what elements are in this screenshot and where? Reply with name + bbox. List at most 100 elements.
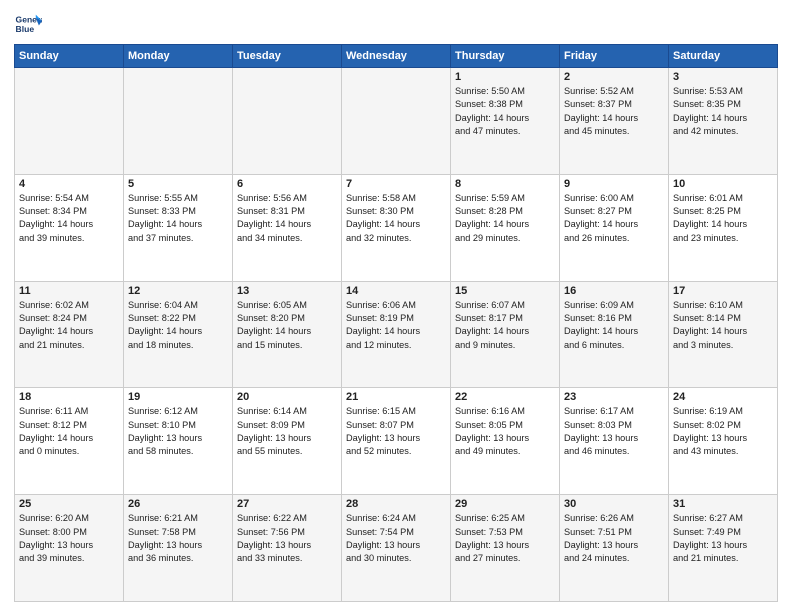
- day-number: 7: [346, 178, 446, 190]
- calendar-week-2: 4Sunrise: 5:54 AM Sunset: 8:34 PM Daylig…: [15, 174, 778, 281]
- header-row: SundayMondayTuesdayWednesdayThursdayFrid…: [15, 45, 778, 68]
- day-info: Sunrise: 6:15 AM Sunset: 8:07 PM Dayligh…: [346, 405, 446, 458]
- calendar-cell: 14Sunrise: 6:06 AM Sunset: 8:19 PM Dayli…: [342, 281, 451, 388]
- day-number: 13: [237, 285, 337, 297]
- day-info: Sunrise: 6:20 AM Sunset: 8:00 PM Dayligh…: [19, 512, 119, 565]
- calendar-header: SundayMondayTuesdayWednesdayThursdayFrid…: [15, 45, 778, 68]
- calendar-table: SundayMondayTuesdayWednesdayThursdayFrid…: [14, 44, 778, 602]
- day-info: Sunrise: 6:02 AM Sunset: 8:24 PM Dayligh…: [19, 299, 119, 352]
- day-number: 4: [19, 178, 119, 190]
- day-number: 18: [19, 391, 119, 403]
- calendar-cell: 8 Sunrise: 5:59 AM Sunset: 8:28 PM Daylig…: [451, 174, 560, 281]
- calendar-cell: [342, 68, 451, 175]
- day-number: 19: [128, 391, 228, 403]
- day-info: Sunrise: 6:25 AM Sunset: 7:53 PM Dayligh…: [455, 512, 555, 565]
- day-number: 12: [128, 285, 228, 297]
- page: General Blue SundayMondayTuesdayWednesda…: [0, 0, 792, 612]
- calendar-cell: 6 Sunrise: 5:56 AM Sunset: 8:31 PM Daylig…: [233, 174, 342, 281]
- calendar-cell: 17Sunrise: 6:10 AM Sunset: 8:14 PM Dayli…: [669, 281, 778, 388]
- day-number: 29: [455, 498, 555, 510]
- day-info: Sunrise: 5:50 AM Sunset: 8:38 PM Dayligh…: [455, 85, 555, 138]
- day-number: 3: [673, 71, 773, 83]
- calendar-cell: 22 Sunrise: 6:16 AM Sunset: 8:05 PM Dayli…: [451, 388, 560, 495]
- day-info: Sunrise: 6:00 AM Sunset: 8:27 PM Dayligh…: [564, 192, 664, 245]
- day-info: Sunrise: 6:16 AM Sunset: 8:05 PM Dayligh…: [455, 405, 555, 458]
- svg-text:Blue: Blue: [16, 24, 35, 34]
- day-number: 17: [673, 285, 773, 297]
- calendar-cell: 11 Sunrise: 6:02 AM Sunset: 8:24 PM Dayli…: [15, 281, 124, 388]
- calendar-cell: 27 Sunrise: 6:22 AM Sunset: 7:56 PM Dayli…: [233, 495, 342, 602]
- day-of-week-wednesday: Wednesday: [342, 45, 451, 68]
- calendar-cell: 1 Sunrise: 5:50 AM Sunset: 8:38 PM Daylig…: [451, 68, 560, 175]
- day-number: 10: [673, 178, 773, 190]
- calendar-cell: 7 Sunrise: 5:58 AM Sunset: 8:30 PM Daylig…: [342, 174, 451, 281]
- day-info: Sunrise: 6:14 AM Sunset: 8:09 PM Dayligh…: [237, 405, 337, 458]
- day-number: 21: [346, 391, 446, 403]
- day-info: Sunrise: 6:21 AM Sunset: 7:58 PM Dayligh…: [128, 512, 228, 565]
- calendar-cell: 5 Sunrise: 5:55 AM Sunset: 8:33 PM Daylig…: [124, 174, 233, 281]
- calendar-cell: 19Sunrise: 6:12 AM Sunset: 8:10 PM Dayli…: [124, 388, 233, 495]
- calendar-cell: 10 Sunrise: 6:01 AM Sunset: 8:25 PM Dayli…: [669, 174, 778, 281]
- logo: General Blue: [14, 10, 46, 38]
- day-info: Sunrise: 6:09 AM Sunset: 8:16 PM Dayligh…: [564, 299, 664, 352]
- day-info: Sunrise: 6:17 AM Sunset: 8:03 PM Dayligh…: [564, 405, 664, 458]
- calendar-cell: 13Sunrise: 6:05 AM Sunset: 8:20 PM Dayli…: [233, 281, 342, 388]
- calendar-cell: 3 Sunrise: 5:53 AM Sunset: 8:35 PM Daylig…: [669, 68, 778, 175]
- day-of-week-thursday: Thursday: [451, 45, 560, 68]
- day-info: Sunrise: 6:26 AM Sunset: 7:51 PM Dayligh…: [564, 512, 664, 565]
- calendar-cell: 20 Sunrise: 6:14 AM Sunset: 8:09 PM Dayli…: [233, 388, 342, 495]
- day-info: Sunrise: 5:52 AM Sunset: 8:37 PM Dayligh…: [564, 85, 664, 138]
- day-number: 5: [128, 178, 228, 190]
- calendar-cell: 28 Sunrise: 6:24 AM Sunset: 7:54 PM Dayli…: [342, 495, 451, 602]
- calendar-cell: 31Sunrise: 6:27 AM Sunset: 7:49 PM Dayli…: [669, 495, 778, 602]
- day-number: 27: [237, 498, 337, 510]
- day-info: Sunrise: 6:01 AM Sunset: 8:25 PM Dayligh…: [673, 192, 773, 245]
- day-number: 26: [128, 498, 228, 510]
- calendar-cell: 4Sunrise: 5:54 AM Sunset: 8:34 PM Daylig…: [15, 174, 124, 281]
- day-info: Sunrise: 5:53 AM Sunset: 8:35 PM Dayligh…: [673, 85, 773, 138]
- day-number: 11: [19, 285, 119, 297]
- calendar-cell: [124, 68, 233, 175]
- calendar-cell: 18 Sunrise: 6:11 AM Sunset: 8:12 PM Dayli…: [15, 388, 124, 495]
- day-of-week-friday: Friday: [560, 45, 669, 68]
- calendar-cell: 30 Sunrise: 6:26 AM Sunset: 7:51 PM Dayli…: [560, 495, 669, 602]
- calendar-cell: 23Sunrise: 6:17 AM Sunset: 8:03 PM Dayli…: [560, 388, 669, 495]
- day-of-week-monday: Monday: [124, 45, 233, 68]
- day-number: 14: [346, 285, 446, 297]
- logo-icon: General Blue: [14, 10, 42, 38]
- day-number: 15: [455, 285, 555, 297]
- calendar-cell: 12 Sunrise: 6:04 AM Sunset: 8:22 PM Dayli…: [124, 281, 233, 388]
- calendar-week-4: 18 Sunrise: 6:11 AM Sunset: 8:12 PM Dayli…: [15, 388, 778, 495]
- calendar-cell: 24Sunrise: 6:19 AM Sunset: 8:02 PM Dayli…: [669, 388, 778, 495]
- calendar-cell: [233, 68, 342, 175]
- day-info: Sunrise: 6:22 AM Sunset: 7:56 PM Dayligh…: [237, 512, 337, 565]
- day-of-week-sunday: Sunday: [15, 45, 124, 68]
- day-info: Sunrise: 5:59 AM Sunset: 8:28 PM Dayligh…: [455, 192, 555, 245]
- calendar-week-1: 1 Sunrise: 5:50 AM Sunset: 8:38 PM Daylig…: [15, 68, 778, 175]
- header: General Blue: [14, 10, 778, 38]
- calendar-cell: [15, 68, 124, 175]
- calendar-cell: 26 Sunrise: 6:21 AM Sunset: 7:58 PM Dayli…: [124, 495, 233, 602]
- day-of-week-tuesday: Tuesday: [233, 45, 342, 68]
- day-info: Sunrise: 5:55 AM Sunset: 8:33 PM Dayligh…: [128, 192, 228, 245]
- day-number: 28: [346, 498, 446, 510]
- calendar-cell: 29 Sunrise: 6:25 AM Sunset: 7:53 PM Dayli…: [451, 495, 560, 602]
- day-info: Sunrise: 6:11 AM Sunset: 8:12 PM Dayligh…: [19, 405, 119, 458]
- calendar-cell: 16Sunrise: 6:09 AM Sunset: 8:16 PM Dayli…: [560, 281, 669, 388]
- day-number: 25: [19, 498, 119, 510]
- day-info: Sunrise: 6:24 AM Sunset: 7:54 PM Dayligh…: [346, 512, 446, 565]
- day-info: Sunrise: 5:58 AM Sunset: 8:30 PM Dayligh…: [346, 192, 446, 245]
- day-number: 8: [455, 178, 555, 190]
- day-number: 1: [455, 71, 555, 83]
- day-info: Sunrise: 5:56 AM Sunset: 8:31 PM Dayligh…: [237, 192, 337, 245]
- day-info: Sunrise: 6:19 AM Sunset: 8:02 PM Dayligh…: [673, 405, 773, 458]
- calendar-cell: 2Sunrise: 5:52 AM Sunset: 8:37 PM Daylig…: [560, 68, 669, 175]
- day-number: 30: [564, 498, 664, 510]
- calendar-body: 1 Sunrise: 5:50 AM Sunset: 8:38 PM Daylig…: [15, 68, 778, 602]
- day-info: Sunrise: 6:04 AM Sunset: 8:22 PM Dayligh…: [128, 299, 228, 352]
- calendar-cell: 25 Sunrise: 6:20 AM Sunset: 8:00 PM Dayli…: [15, 495, 124, 602]
- day-number: 20: [237, 391, 337, 403]
- day-number: 22: [455, 391, 555, 403]
- day-of-week-saturday: Saturday: [669, 45, 778, 68]
- day-number: 6: [237, 178, 337, 190]
